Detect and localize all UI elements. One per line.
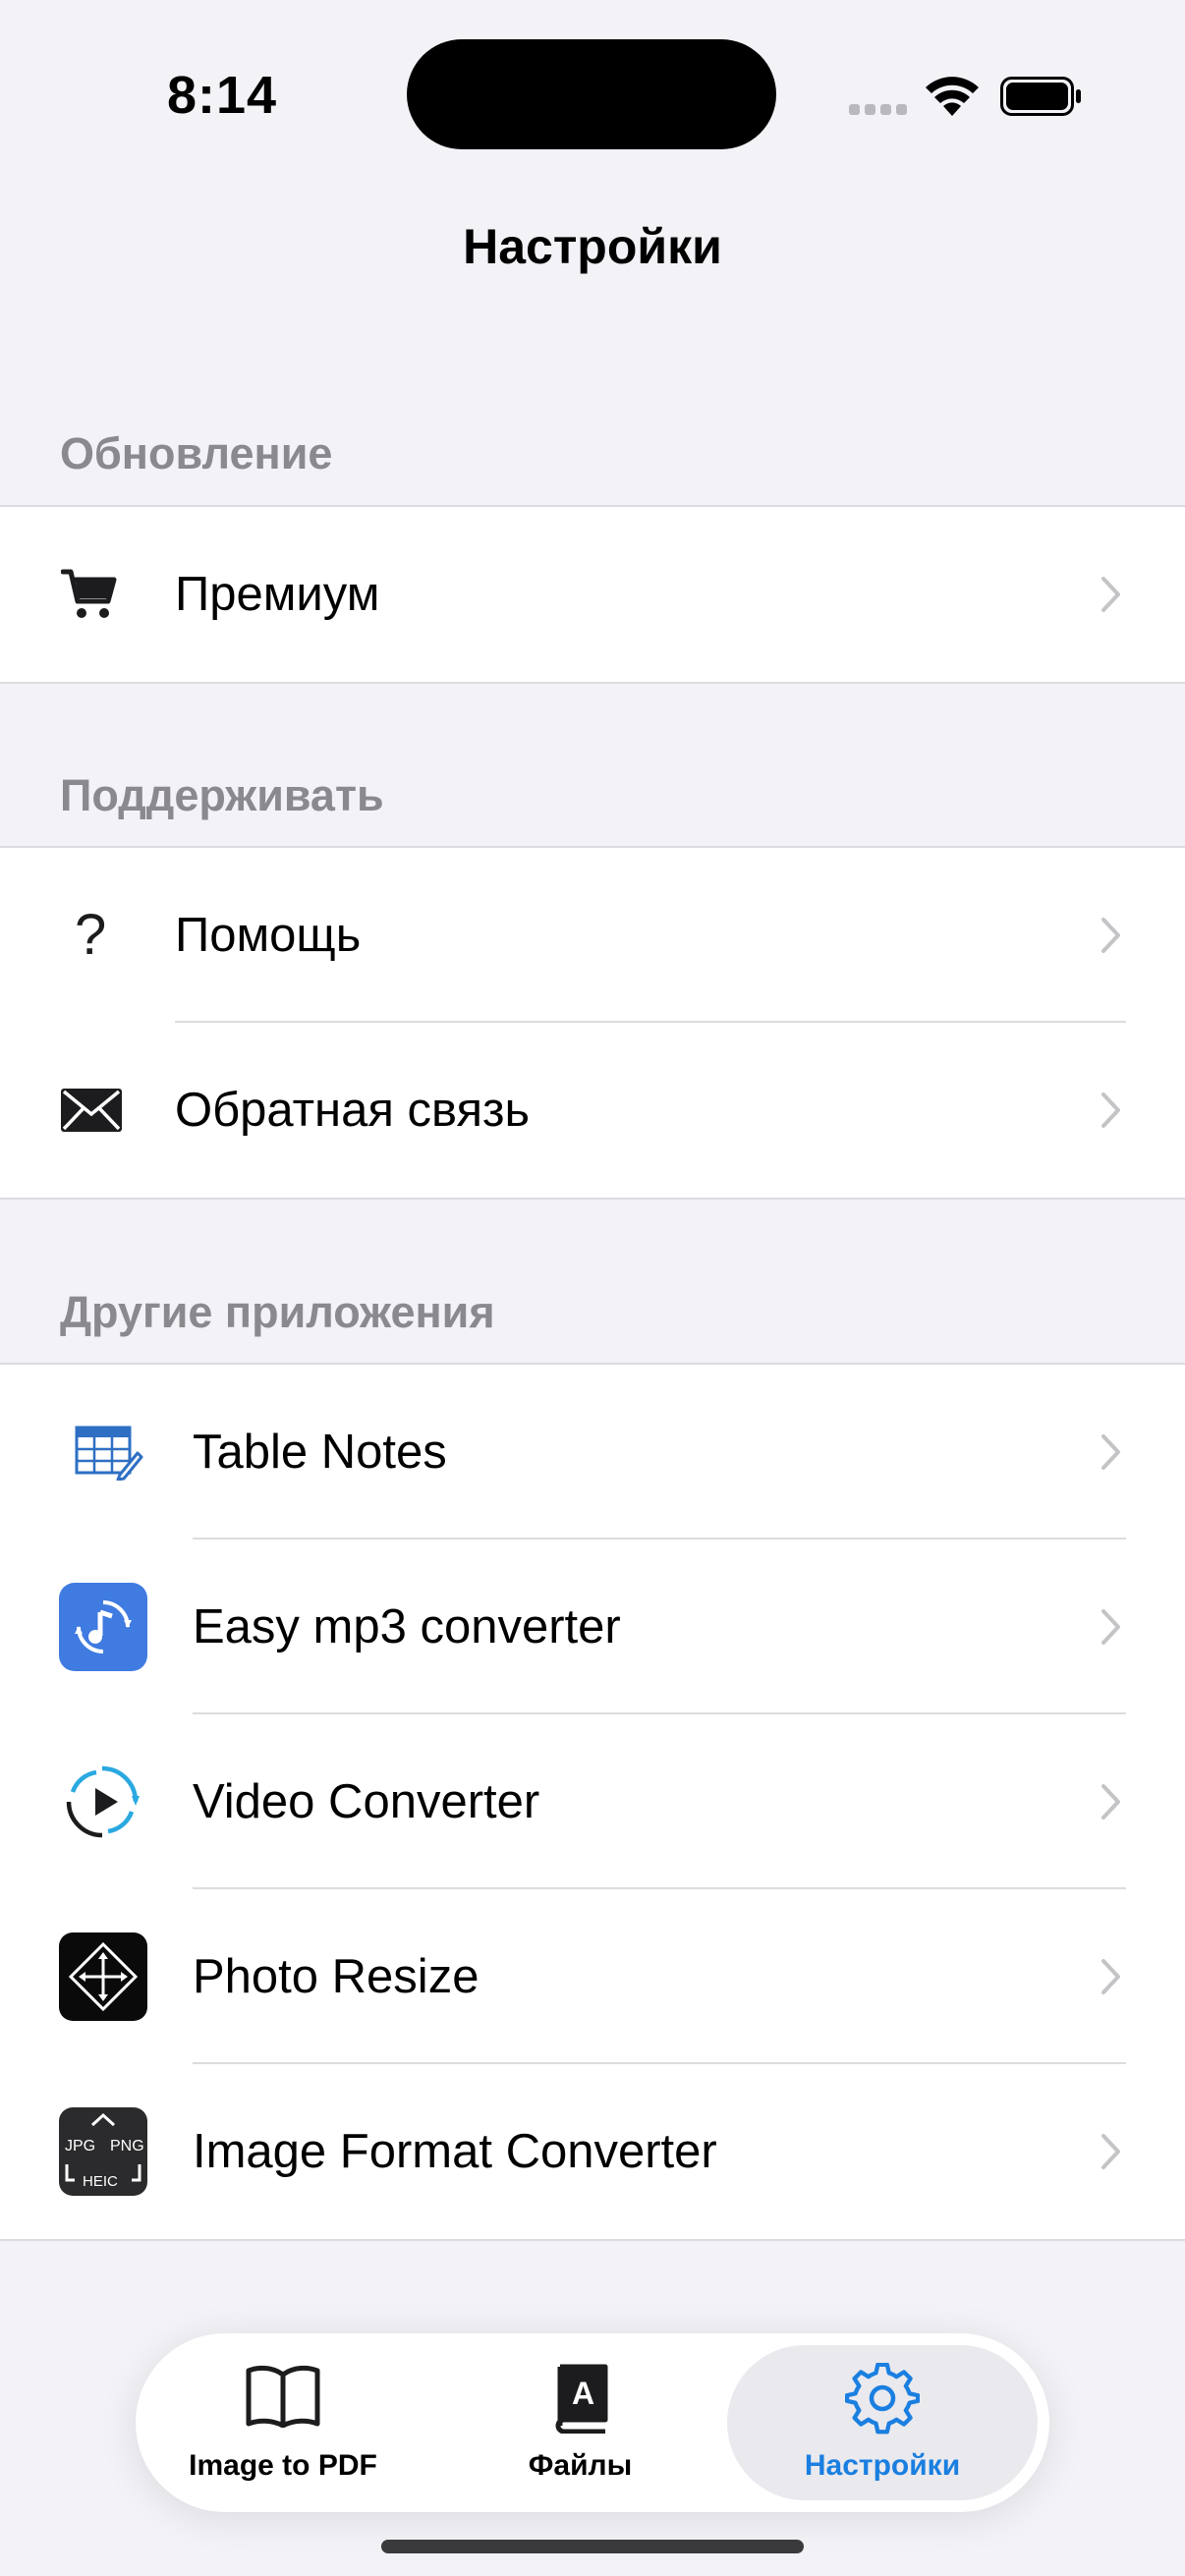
icon-text-png: PNG [110,2138,144,2155]
dynamic-island [407,39,776,149]
tab-image-to-pdf[interactable]: Image to PDF [136,2333,430,2512]
chevron-right-icon [1101,1959,1120,1994]
row-table-notes[interactable]: Table Notes [0,1365,1185,1540]
tab-label-image-to-pdf: Image to PDF [189,2449,377,2482]
app-label-table-notes: Table Notes [193,1426,447,1479]
question-mark-icon: ? [75,903,107,967]
mp3-converter-icon [59,1583,147,1671]
chevron-right-icon [1101,1092,1120,1128]
row-feedback[interactable]: Обратная связь [0,1023,1185,1198]
row-video-converter[interactable]: Video Converter [0,1714,1185,1889]
cellular-signal-icon [849,104,908,116]
image-format-converter-icon: JPG PNG HEIC [59,2107,147,2196]
chevron-right-icon [1101,918,1120,953]
photo-resize-icon [59,1932,147,2021]
status-bar: 8:14 [0,0,1185,187]
app-label-photo-resize: Photo Resize [193,1950,480,2003]
row-image-format-converter[interactable]: JPG PNG HEIC Image Format Converter [0,2064,1185,2239]
table-notes-icon [75,1426,143,1481]
files-book-glyph: A [572,2376,594,2411]
tab-label-settings: Настройки [804,2449,961,2482]
group-other-apps: Table Notes Easy mp3 converter Video Con… [0,1363,1185,2241]
group-update: Премиум [0,505,1185,684]
page-title: Настройки [463,219,722,274]
row-photo-resize[interactable]: Photo Resize [0,1889,1185,2064]
tab-label-files: Файлы [528,2449,633,2482]
envelope-icon [61,1089,122,1132]
icon-text-jpg: JPG [65,2138,95,2155]
chevron-right-icon [1101,2134,1120,2169]
chevron-right-icon [1101,1434,1120,1470]
section-header-other-apps: Другие приложения [60,1287,495,1337]
app-label-video-converter: Video Converter [193,1775,540,1828]
status-time: 8:14 [167,66,278,125]
feedback-label: Обратная связь [175,1084,531,1137]
help-label: Помощь [175,909,362,962]
files-book-icon: A [555,2364,607,2434]
tab-settings[interactable]: Настройки [727,2345,1038,2500]
app-label-image-format-converter: Image Format Converter [193,2125,717,2178]
gear-icon [845,2363,920,2435]
row-help[interactable]: ? Помощь [0,848,1185,1023]
wifi-icon [926,77,979,116]
section-header-update: Обновление [60,428,333,478]
tab-bar: Image to PDF A Файлы Настройки [136,2333,1049,2512]
video-converter-icon [66,1765,140,1838]
app-label-easy-mp3-converter: Easy mp3 converter [193,1600,621,1653]
chevron-right-icon [1101,1609,1120,1645]
tab-files[interactable]: A Файлы [430,2333,730,2512]
chevron-right-icon [1101,577,1120,612]
section-header-support: Поддерживать [60,770,384,820]
premium-label: Премиум [175,568,380,621]
row-easy-mp3-converter[interactable]: Easy mp3 converter [0,1540,1185,1714]
icon-text-heic: HEIC [83,2173,118,2190]
chevron-right-icon [1101,1784,1120,1820]
battery-icon [1000,77,1081,116]
cart-icon [61,569,117,618]
group-support: ? Помощь Обратная связь [0,846,1185,1200]
book-icon [246,2365,320,2428]
row-premium[interactable]: Премиум [0,507,1185,682]
home-indicator [381,2540,804,2553]
